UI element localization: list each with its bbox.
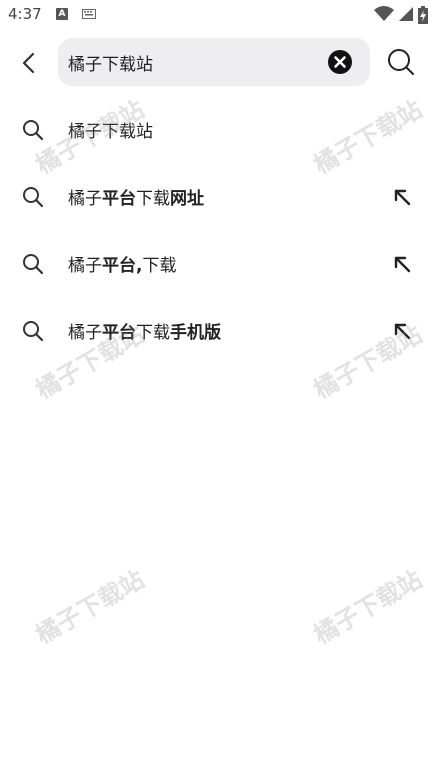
suggestion-text: 橘子平台下载网址	[68, 189, 204, 209]
suggestion-item[interactable]: 橘子下载站	[0, 96, 432, 163]
search-button[interactable]	[386, 47, 416, 77]
signal-icon	[398, 7, 413, 21]
suggestion-text: 橘子下载站	[68, 122, 153, 142]
suggestion-text: 橘子平台下载手机版	[68, 323, 221, 343]
battery-icon	[418, 6, 428, 24]
watermark: 橘子下载站	[309, 565, 427, 650]
suggestion-text: 橘子平台,下载	[68, 256, 177, 276]
arrow-up-left-icon	[394, 323, 411, 340]
back-arrow-icon	[22, 52, 35, 74]
fill-query-button[interactable]	[390, 319, 416, 345]
keyboard-icon	[82, 9, 96, 19]
status-time: 4:37	[8, 5, 42, 23]
arrow-up-left-icon	[394, 256, 411, 273]
fill-query-button[interactable]	[390, 185, 416, 211]
watermark: 橘子下载站	[31, 565, 149, 650]
suggestion-list: 橘子下载站 橘子平台下载网址 橘子平台,下载 橘子平台下载手机版	[0, 96, 432, 364]
suggestion-item[interactable]: 橘子平台,下载	[0, 230, 432, 297]
search-icon	[23, 187, 44, 208]
clear-button[interactable]	[328, 50, 352, 74]
suggestion-item[interactable]: 橘子平台下载手机版	[0, 297, 432, 364]
search-icon	[23, 321, 44, 342]
arrow-up-left-icon	[394, 189, 411, 206]
notification-icon: A	[56, 8, 68, 20]
wifi-icon	[373, 6, 394, 21]
suggestion-item[interactable]: 橘子平台下载网址	[0, 163, 432, 230]
search-icon	[388, 49, 414, 75]
clear-icon	[328, 50, 352, 74]
status-bar: 4:37 A	[0, 0, 432, 30]
fill-query-button[interactable]	[390, 252, 416, 278]
search-icon	[23, 254, 44, 275]
search-input[interactable]	[68, 38, 318, 86]
search-box	[58, 38, 370, 86]
back-button[interactable]	[14, 48, 46, 80]
search-icon	[23, 120, 44, 141]
status-icons	[373, 6, 428, 25]
